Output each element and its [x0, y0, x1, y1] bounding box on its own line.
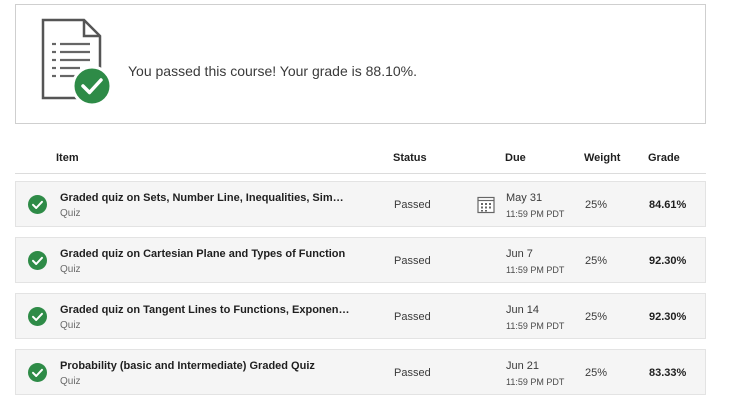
item-title-link[interactable]: Graded quiz on Cartesian Plane and Types… — [60, 248, 360, 260]
grade-row[interactable]: Graded quiz on Cartesian Plane and Types… — [15, 237, 706, 283]
item-status: Passed — [394, 199, 431, 211]
due-date: Jun 7 — [506, 248, 533, 260]
item-type: Quiz — [60, 320, 81, 331]
grades-table-header: Item Status Due Weight Grade — [15, 148, 706, 174]
item-title-link[interactable]: Graded quiz on Tangent Lines to Function… — [60, 304, 360, 316]
item-weight: 25% — [585, 311, 608, 323]
header-weight: Weight — [584, 152, 621, 164]
document-check-icon — [41, 18, 113, 107]
due-date: May 31 — [506, 192, 543, 204]
item-status: Passed — [394, 311, 431, 323]
item-type: Quiz — [60, 264, 81, 275]
item-status: Passed — [394, 367, 431, 379]
course-grade-message: You passed this course! Your grade is 88… — [128, 63, 418, 79]
grade-row[interactable]: Graded quiz on Tangent Lines to Function… — [15, 293, 706, 339]
item-title-link[interactable]: Graded quiz on Sets, Number Line, Inequa… — [60, 192, 360, 204]
due-time: 11:59 PM PDT — [506, 265, 565, 275]
calendar-icon[interactable] — [477, 196, 495, 214]
item-grade: 92.30% — [649, 255, 687, 267]
header-grade: Grade — [648, 152, 680, 164]
grade-row[interactable]: Graded quiz on Sets, Number Line, Inequa… — [15, 181, 706, 227]
item-weight: 25% — [585, 255, 608, 267]
header-status: Status — [393, 152, 427, 164]
item-title-link[interactable]: Probability (basic and Intermediate) Gra… — [60, 360, 360, 372]
header-due: Due — [505, 152, 526, 164]
due-time: 11:59 PM PDT — [506, 209, 565, 219]
item-status: Passed — [394, 255, 431, 267]
passed-check-icon — [28, 195, 47, 214]
header-item: Item — [56, 152, 79, 164]
grade-row[interactable]: Probability (basic and Intermediate) Gra… — [15, 349, 706, 395]
passed-check-icon — [28, 307, 47, 326]
due-date: Jun 14 — [506, 304, 540, 316]
due-time: 11:59 PM PDT — [506, 321, 565, 331]
item-grade: 92.30% — [649, 311, 687, 323]
item-grade: 83.33% — [649, 367, 687, 379]
passed-check-icon — [28, 251, 47, 270]
course-passed-banner: You passed this course! Your grade is 88… — [15, 4, 706, 124]
item-weight: 25% — [585, 367, 608, 379]
item-weight: 25% — [585, 199, 608, 211]
item-grade: 84.61% — [649, 199, 687, 211]
due-date: Jun 21 — [506, 360, 540, 372]
item-type: Quiz — [60, 208, 81, 219]
item-type: Quiz — [60, 376, 81, 387]
due-time: 11:59 PM PDT — [506, 377, 565, 387]
passed-check-icon — [28, 363, 47, 382]
